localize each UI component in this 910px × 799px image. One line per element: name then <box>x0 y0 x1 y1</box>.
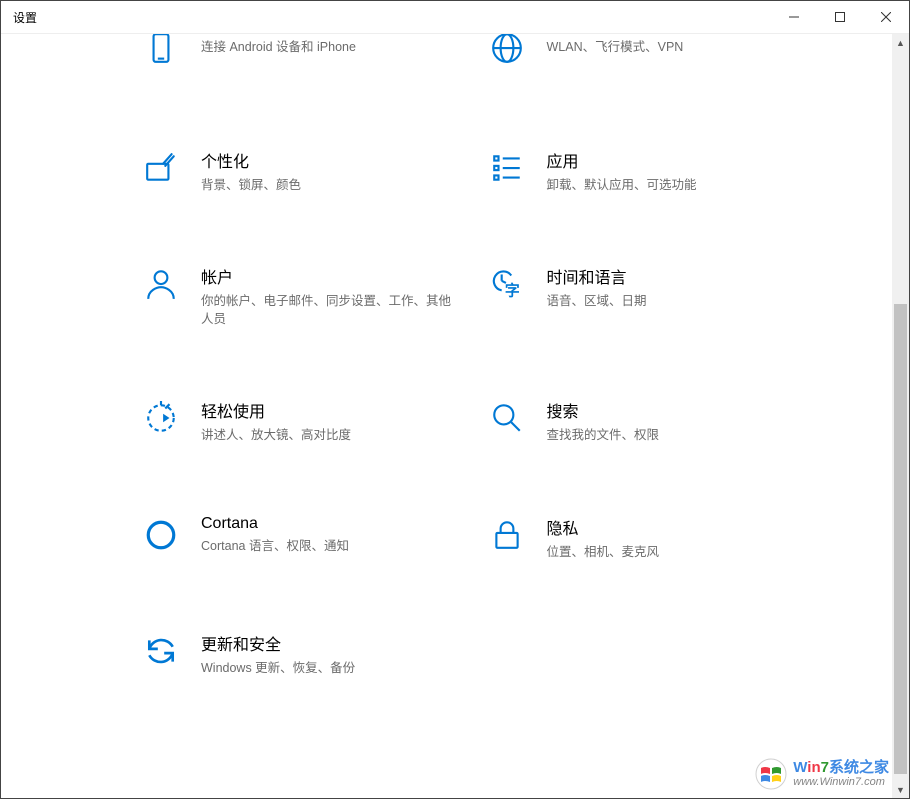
settings-grid-scroll: 手机 连接 Android 设备和 iPhone <box>1 34 892 798</box>
category-title: 隐私 <box>547 515 660 539</box>
titlebar: 设置 <box>1 1 909 34</box>
watermark-logo-icon <box>755 758 787 790</box>
category-search[interactable]: 搜索 查找我的文件、权限 <box>487 398 807 444</box>
empty-cell <box>487 631 833 677</box>
category-title: 帐户 <box>201 264 461 288</box>
ease-icon <box>141 398 181 438</box>
watermark-url: www.Winwin7.com <box>793 776 889 788</box>
watermark: Win7系统之家 www.Winwin7.com <box>755 758 889 790</box>
category-cortana[interactable]: Cortana Cortana 语言、权限、通知 <box>141 515 461 561</box>
phone-icon <box>141 38 181 78</box>
category-title: 时间和语言 <box>547 264 647 288</box>
category-phone[interactable]: 手机 连接 Android 设备和 iPhone <box>141 38 461 78</box>
scroll-down-arrow[interactable]: ▼ <box>892 781 909 798</box>
category-desc: 语音、区域、日期 <box>547 292 647 310</box>
category-desc: 你的帐户、电子邮件、同步设置、工作、其他人员 <box>201 292 461 328</box>
cortana-icon <box>141 515 181 555</box>
category-title: 轻松使用 <box>201 398 351 422</box>
category-desc: 连接 Android 设备和 iPhone <box>201 38 356 56</box>
category-title: 更新和安全 <box>201 631 355 655</box>
scroll-up-arrow[interactable]: ▲ <box>892 34 909 51</box>
svg-text:字: 字 <box>504 282 519 300</box>
search-icon <box>487 398 527 438</box>
minimize-button[interactable] <box>771 1 817 33</box>
paintbrush-icon <box>141 148 181 188</box>
globe-icon <box>487 38 527 78</box>
close-button[interactable] <box>863 1 909 33</box>
category-desc: Windows 更新、恢复、备份 <box>201 659 355 677</box>
watermark-title: Win7系统之家 <box>793 760 889 777</box>
category-apps[interactable]: 应用 卸载、默认应用、可选功能 <box>487 148 807 194</box>
apps-list-icon <box>487 148 527 188</box>
sync-icon <box>141 631 181 671</box>
category-accounts[interactable]: 帐户 你的帐户、电子邮件、同步设置、工作、其他人员 <box>141 264 461 328</box>
vertical-scrollbar[interactable]: ▲ ▼ <box>892 34 909 798</box>
settings-grid: 手机 连接 Android 设备和 iPhone <box>1 34 892 677</box>
settings-window: 设置 <box>0 0 910 799</box>
maximize-button[interactable] <box>817 1 863 33</box>
content: 手机 连接 Android 设备和 iPhone <box>1 34 909 798</box>
category-desc: Cortana 语言、权限、通知 <box>201 537 349 555</box>
category-title: 搜索 <box>547 398 660 422</box>
lock-icon <box>487 515 527 555</box>
category-privacy[interactable]: 隐私 位置、相机、麦克风 <box>487 515 807 561</box>
scroll-thumb[interactable] <box>894 304 907 774</box>
category-desc: 讲述人、放大镜、高对比度 <box>201 426 351 444</box>
category-time-language[interactable]: 字 时间和语言 语音、区域、日期 <box>487 264 807 328</box>
category-update-security[interactable]: 更新和安全 Windows 更新、恢复、备份 <box>141 631 461 677</box>
category-personalization[interactable]: 个性化 背景、锁屏、颜色 <box>141 148 461 194</box>
window-controls <box>771 1 909 33</box>
time-language-icon: 字 <box>487 264 527 304</box>
category-desc: 卸载、默认应用、可选功能 <box>547 176 697 194</box>
category-desc: 查找我的文件、权限 <box>547 426 660 444</box>
category-network[interactable]: 网络和 Internet WLAN、飞行模式、VPN <box>487 38 807 78</box>
category-title: 应用 <box>547 148 697 172</box>
category-title: 个性化 <box>201 148 301 172</box>
category-desc: 位置、相机、麦克风 <box>547 543 660 561</box>
category-desc: WLAN、飞行模式、VPN <box>547 38 684 56</box>
window-title: 设置 <box>13 9 37 26</box>
category-ease-of-access[interactable]: 轻松使用 讲述人、放大镜、高对比度 <box>141 398 461 444</box>
person-icon <box>141 264 181 304</box>
category-desc: 背景、锁屏、颜色 <box>201 176 301 194</box>
category-title: Cortana <box>201 515 349 533</box>
